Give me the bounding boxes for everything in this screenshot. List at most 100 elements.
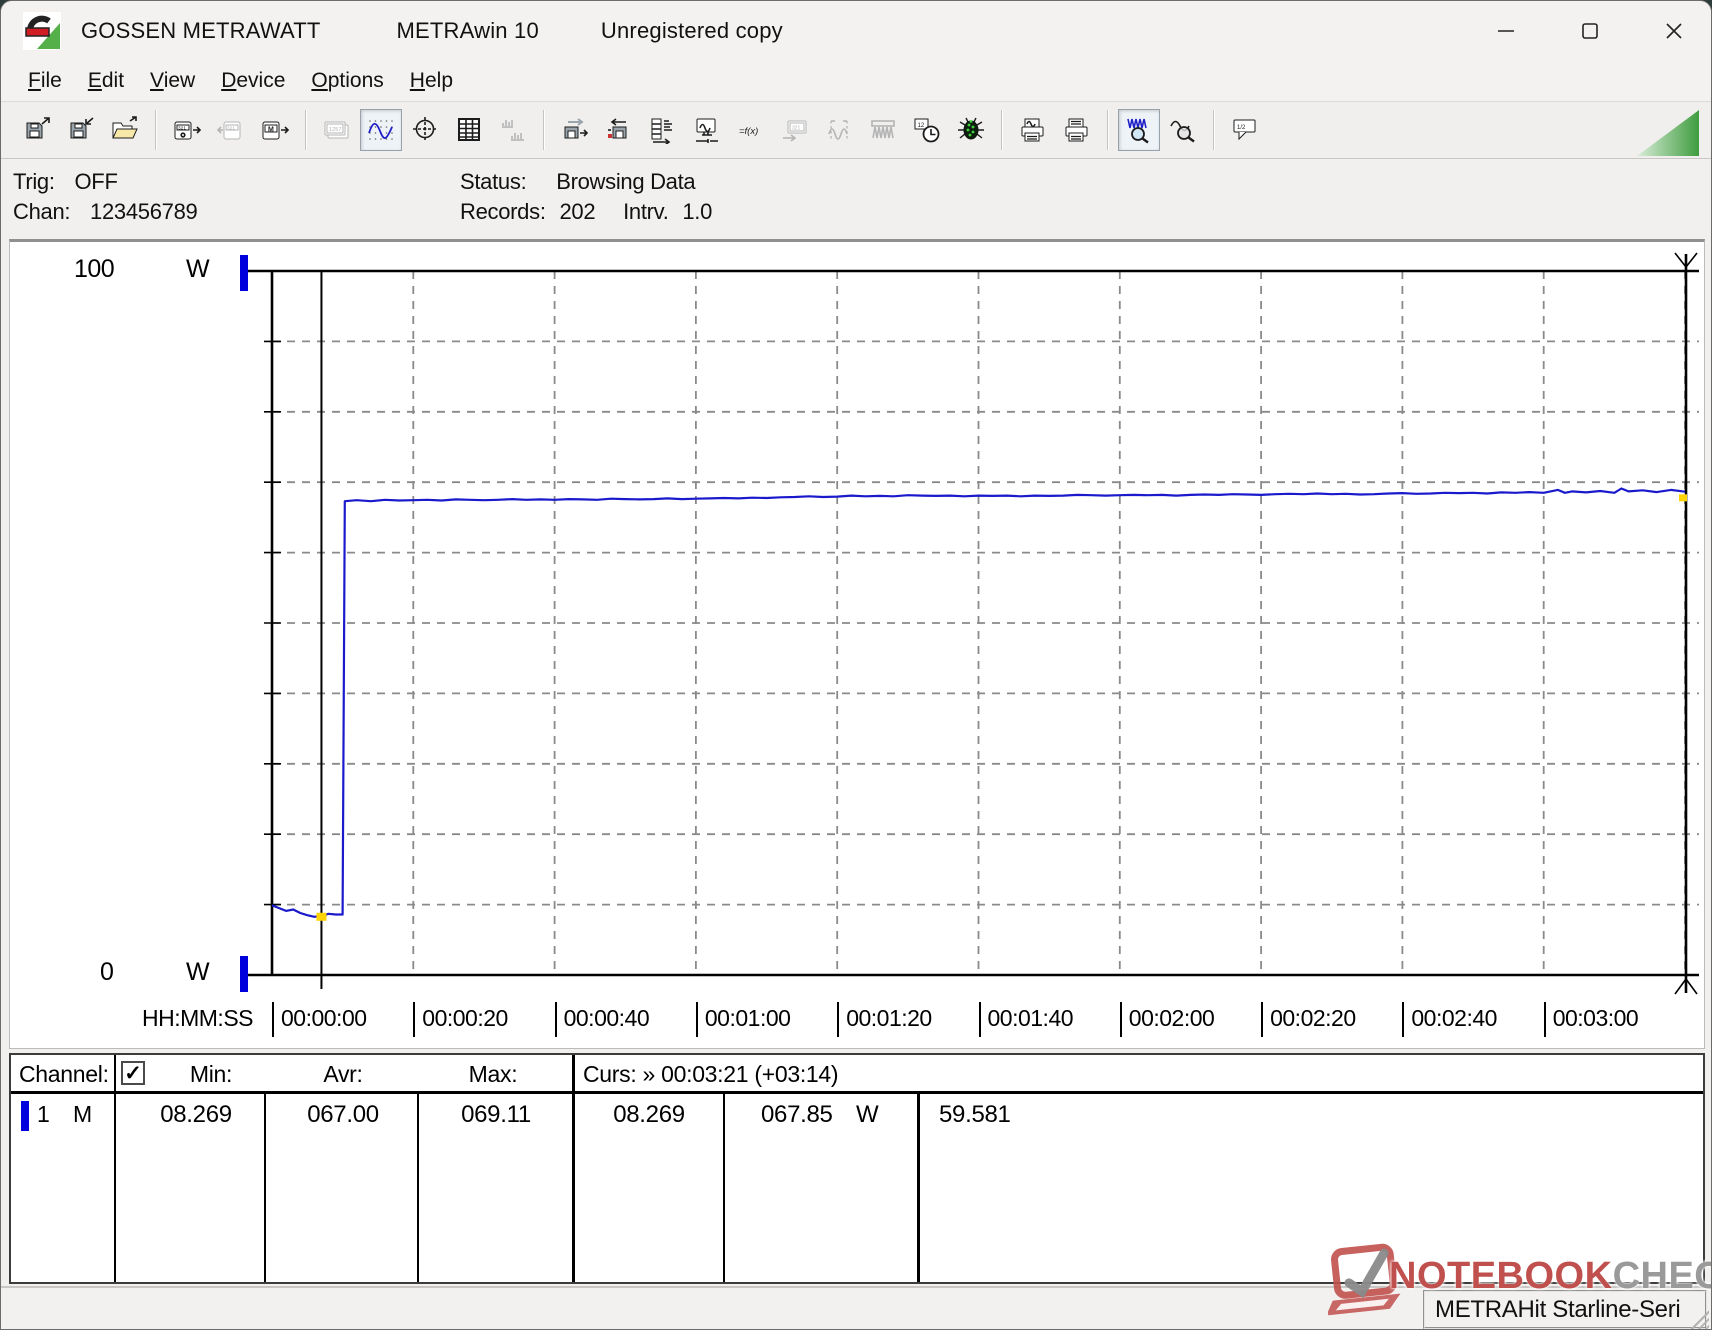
annotation-button[interactable]: 1/2 xyxy=(1224,109,1266,151)
time-setup-button[interactable]: 12 xyxy=(906,109,948,151)
wave-cursors-icon xyxy=(828,120,848,140)
zoom-out-button[interactable] xyxy=(1162,109,1204,151)
table-col-line xyxy=(264,1094,266,1282)
floppy-in-icon xyxy=(70,117,94,139)
interval-label: Intrv. xyxy=(623,199,669,224)
table-col-line xyxy=(572,1055,575,1282)
print-button[interactable] xyxy=(1056,109,1098,151)
green-triangle-watermark xyxy=(1637,110,1699,156)
device-settings-button[interactable] xyxy=(554,109,596,151)
checkmark-icon: ✓ xyxy=(124,1061,142,1085)
read-memory-button[interactable]: M xyxy=(254,109,296,151)
histogram-button[interactable] xyxy=(492,109,534,151)
title-brand: GOSSEN METRAWATT xyxy=(81,18,321,43)
info-panel: Trig: OFF Chan: 123456789 Status: Browsi… xyxy=(1,159,1711,239)
trigger-value: OFF xyxy=(74,169,118,194)
device-name: METRAHit Starline-Seri xyxy=(1435,1295,1681,1323)
table-col-line xyxy=(723,1094,725,1282)
print-chart-button[interactable] xyxy=(1012,109,1054,151)
meter-display-button[interactable]: 321 xyxy=(774,109,816,151)
app-window: GOSSEN METRAWATT METRAwin 10 Unregistere… xyxy=(0,0,1712,1330)
write-device-button[interactable]: 321 xyxy=(210,109,252,151)
channel-visible-checkbox[interactable]: ✓ xyxy=(121,1061,145,1085)
svg-text:1257: 1257 xyxy=(329,127,341,133)
cell-cursor-delta: 59.581 xyxy=(939,1101,1011,1128)
title-app-name: METRAwin 10 xyxy=(396,18,539,43)
menu-view[interactable]: View xyxy=(137,65,208,97)
title-bar: GOSSEN METRAWATT METRAwin 10 Unregistere… xyxy=(1,1,1711,61)
y-axis-max-label: 100 xyxy=(74,255,115,283)
read-device-button[interactable]: 321 xyxy=(166,109,208,151)
menu-options[interactable]: Options xyxy=(298,65,396,97)
channel-config-button[interactable] xyxy=(642,109,684,151)
channel-color-marker xyxy=(21,1101,29,1131)
channel-list-icon xyxy=(651,118,672,144)
toolbar-separator xyxy=(543,110,545,150)
wave-cursor-button[interactable] xyxy=(818,109,860,151)
folder-open-icon xyxy=(112,116,138,139)
open-file-button[interactable] xyxy=(104,109,146,151)
menu-device[interactable]: Device xyxy=(208,65,298,97)
online-display-button[interactable] xyxy=(686,109,728,151)
menu-edit[interactable]: Edit xyxy=(75,65,137,97)
x-axis-tick-label: 00:00:40 xyxy=(554,1002,650,1037)
x-axis-tick-label: 00:01:00 xyxy=(695,1002,791,1037)
svg-text:M: M xyxy=(268,127,274,134)
cell-cursor1-value: 08.269 xyxy=(613,1101,685,1128)
plot-area[interactable] xyxy=(10,242,1705,1049)
cell-max: 069.11 xyxy=(461,1101,531,1128)
svg-text:321: 321 xyxy=(227,125,235,131)
toolbar-separator xyxy=(1001,110,1003,150)
save-as-button[interactable] xyxy=(60,109,102,151)
toolbar-separator xyxy=(305,110,307,150)
cell-avr: 067.00 xyxy=(307,1101,379,1128)
cell-channel-id: 1 xyxy=(37,1101,50,1127)
cursor-table: Channel: ✓ Min: Avr: Max: Curs: » 00:03:… xyxy=(9,1053,1705,1284)
col-header-min: Min: xyxy=(189,1061,233,1087)
cell-cursor2-value: 067.85 xyxy=(761,1101,833,1128)
close-button[interactable] xyxy=(1651,11,1697,51)
chart-panel: 100 W 0 W HH:MM:SS 00:00:00 00:00:20 00:00… xyxy=(9,239,1705,1049)
menu-help[interactable]: Help xyxy=(397,65,466,97)
envelope-button[interactable] xyxy=(862,109,904,151)
envelope-icon xyxy=(871,120,895,139)
channel-range-marker-bottom[interactable] xyxy=(240,956,248,992)
trend-chart-icon xyxy=(368,120,393,140)
fx-icon: =f(x) xyxy=(739,126,758,137)
data-table-icon xyxy=(458,118,480,141)
svg-text:321: 321 xyxy=(178,125,186,131)
maximize-button[interactable] xyxy=(1567,11,1613,51)
trend-chart-button[interactable] xyxy=(360,109,402,151)
zoom-wave-icon xyxy=(1127,118,1149,144)
cell-min: 08.269 xyxy=(160,1101,232,1128)
store-settings-button[interactable] xyxy=(598,109,640,151)
device-transfer-icon xyxy=(564,118,589,139)
x-axis-tick-label: 00:00:00 xyxy=(272,1002,367,1037)
memory-read-icon: M xyxy=(262,121,290,140)
col-header-channel: Channel: xyxy=(19,1061,109,1087)
numeric-display-button[interactable]: 1257 xyxy=(316,109,358,151)
meter-display-icon: 321 xyxy=(783,120,807,142)
minimize-button[interactable] xyxy=(1483,11,1529,51)
formula-button[interactable]: =f(x) xyxy=(730,109,772,151)
y-axis-min-label: 0 xyxy=(100,958,114,986)
menu-file[interactable]: File xyxy=(15,65,75,97)
col-header-avr: Avr: xyxy=(323,1061,363,1087)
cell-cursor2-unit: W xyxy=(856,1101,879,1128)
col-header-max: Max: xyxy=(468,1061,518,1087)
xy-chart-button[interactable] xyxy=(404,109,446,151)
cell-channel-mode: M xyxy=(73,1101,92,1127)
y-axis-unit-top: W xyxy=(186,255,210,283)
x-axis-tick-label: 00:03:00 xyxy=(1543,1002,1639,1037)
save-button[interactable] xyxy=(16,109,58,151)
zoom-in-button[interactable] xyxy=(1118,109,1160,151)
channel-label: Chan: xyxy=(13,199,71,224)
crosshair-icon xyxy=(413,117,437,141)
device-store-icon xyxy=(608,118,627,139)
status-value: Browsing Data xyxy=(556,169,696,194)
table-view-button[interactable] xyxy=(448,109,490,151)
device-status-panel: METRAHit Starline-Seri xyxy=(1423,1290,1707,1329)
debug-button[interactable] xyxy=(950,109,992,151)
channel-range-marker-top[interactable] xyxy=(240,255,248,291)
status-label: Status: xyxy=(460,169,527,194)
